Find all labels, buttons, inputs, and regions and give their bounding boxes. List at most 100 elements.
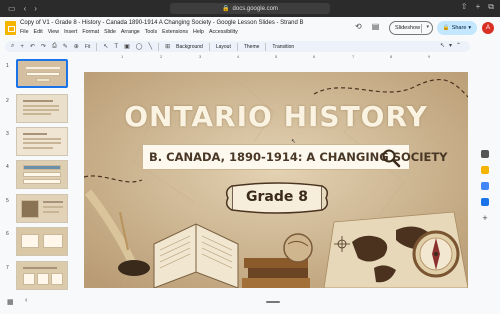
background-button[interactable]: Background: [176, 44, 203, 50]
address-bar[interactable]: 🔒 docs.google.com: [170, 3, 330, 14]
subtitle-banner[interactable]: B. CANADA, 1890-1914: A CHANGING SOCIETY: [142, 144, 448, 170]
search-menus-icon[interactable]: ⌕: [11, 43, 14, 50]
filmstrip-item[interactable]: 2: [4, 94, 68, 124]
new-tab-icon[interactable]: +: [476, 2, 481, 12]
ruler-tick: 7: [352, 54, 355, 59]
share-dropdown-icon[interactable]: ▾: [468, 25, 471, 31]
mode-dropdown-icon[interactable]: ▾: [449, 42, 452, 49]
tabs-overview-icon[interactable]: ⧉: [488, 2, 494, 12]
history-icon[interactable]: ⟲: [355, 22, 362, 31]
redo-icon[interactable]: ↷: [41, 43, 46, 50]
slide-thumbnail[interactable]: [16, 227, 68, 256]
shape-icon[interactable]: ◯: [136, 43, 143, 50]
slide-thumbnail[interactable]: [16, 94, 68, 123]
filmstrip-item[interactable]: 7: [4, 261, 68, 291]
zoom-select[interactable]: Fit: [85, 44, 91, 50]
ruler-tick: 9: [428, 54, 431, 59]
slideshow-button[interactable]: Slideshow ▾: [389, 21, 433, 35]
slide-number: 5: [6, 198, 9, 204]
share-lock-icon: 🔒: [442, 25, 450, 31]
url-text: docs.google.com: [232, 5, 278, 12]
add-addon-icon[interactable]: +: [482, 214, 487, 223]
slide-thumbnail[interactable]: [16, 59, 68, 88]
menu-view[interactable]: View: [48, 29, 59, 35]
filmstrip-item[interactable]: 3: [4, 127, 68, 157]
contacts-icon[interactable]: [481, 198, 489, 206]
slide-thumbnail[interactable]: [16, 127, 68, 156]
tasks-icon[interactable]: [481, 182, 489, 190]
keep-icon[interactable]: [481, 166, 489, 174]
slide-subtitle: B. CANADA, 1890-1914: A CHANGING SOCIETY: [149, 150, 448, 164]
toolbar-divider: [158, 42, 160, 51]
browser-toolbar: ▭ ‹ › 🔒 docs.google.com ⇧ + ⧉: [0, 0, 500, 17]
transition-button[interactable]: Transition: [272, 44, 294, 50]
menu-edit[interactable]: Edit: [34, 29, 43, 35]
forward-icon[interactable]: ›: [34, 4, 37, 13]
image-icon[interactable]: ▣: [124, 43, 130, 50]
magnifier-icon: [382, 149, 401, 168]
ruler-tick: 4: [237, 54, 240, 59]
collapse-toolbar-icon[interactable]: ⌃: [456, 42, 461, 49]
layout-button[interactable]: Layout: [216, 44, 231, 50]
print-icon[interactable]: ⎙: [52, 43, 57, 50]
slide-number: 2: [6, 98, 9, 104]
toolbar: ⌕ + ↶ ↷ ⎙ ✎ ⊕ Fit ↖ T ▣ ◯ ╲ ⊞ Background…: [5, 41, 470, 52]
grade-label: Grade 8: [246, 189, 308, 205]
menu-extensions[interactable]: Extensions: [162, 29, 188, 35]
select-tool-icon[interactable]: ↖: [103, 43, 108, 50]
ruler-tick: 8: [390, 54, 393, 59]
paint-format-icon[interactable]: ✎: [63, 43, 68, 50]
filmstrip-item[interactable]: 4: [4, 160, 68, 190]
slides-logo-icon[interactable]: [5, 21, 16, 35]
menu-file[interactable]: File: [20, 29, 29, 35]
slide-number: 6: [6, 231, 9, 237]
bottom-bar: ▦ ‹: [0, 294, 500, 314]
menu-bar: File Edit View Insert Format Slide Arran…: [20, 29, 238, 35]
slide-thumbnail[interactable]: [16, 194, 68, 223]
zoom-icon[interactable]: ⊕: [74, 43, 79, 50]
calendar-icon[interactable]: [481, 150, 489, 158]
filmstrip-item[interactable]: 6: [4, 227, 68, 257]
filmstrip-item[interactable]: 1: [4, 59, 68, 89]
share-label: Share: [451, 25, 467, 31]
undo-icon[interactable]: ↶: [30, 43, 35, 50]
new-slide-icon[interactable]: +: [20, 44, 24, 50]
line-icon[interactable]: ╲: [148, 43, 152, 50]
grade-scroll-banner[interactable]: Grade 8: [222, 180, 332, 216]
slideshow-dropdown-icon[interactable]: ▾: [426, 24, 429, 30]
ruler-tick: 1: [121, 54, 124, 59]
comments-icon[interactable]: ▤: [372, 22, 380, 31]
pointer-mode-icon[interactable]: ↖: [440, 42, 445, 49]
menu-tools[interactable]: Tools: [145, 29, 157, 35]
text-box-icon[interactable]: T: [114, 44, 118, 50]
slide-thumbnail[interactable]: [16, 160, 68, 189]
speaker-notes-handle[interactable]: [266, 301, 280, 303]
comment-add-icon[interactable]: ⊞: [165, 43, 170, 50]
filmstrip-item[interactable]: 5: [4, 194, 68, 224]
slide-title[interactable]: ONTARIO HISTORY: [84, 100, 468, 133]
menu-format[interactable]: Format: [82, 29, 99, 35]
theme-button[interactable]: Theme: [244, 44, 260, 50]
collapse-filmstrip-icon[interactable]: ‹: [25, 297, 27, 304]
share-button[interactable]: 🔒 Share ▾: [437, 21, 477, 35]
app-header: Copy of V1 - Grade 8 - History - Canada …: [0, 17, 500, 40]
toolbar-divider: [208, 42, 210, 51]
document-title[interactable]: Copy of V1 - Grade 8 - History - Canada …: [20, 20, 304, 26]
menu-slide[interactable]: Slide: [104, 29, 116, 35]
menu-insert[interactable]: Insert: [64, 29, 77, 35]
slide-canvas[interactable]: ONTARIO HISTORY B. CANADA, 1890-1914: A …: [84, 72, 468, 288]
grid-view-icon[interactable]: ▦: [7, 298, 14, 306]
lock-icon: 🔒: [222, 6, 230, 12]
horizontal-ruler: 1 2 3 4 5 6 7 8 9: [84, 54, 468, 61]
menu-accessibility[interactable]: Accessibility: [209, 29, 238, 35]
menu-arrange[interactable]: Arrange: [121, 29, 140, 35]
slide-number: 1: [6, 63, 9, 69]
back-icon[interactable]: ‹: [24, 4, 27, 13]
avatar[interactable]: A: [482, 22, 494, 34]
share-page-icon[interactable]: ⇧: [461, 2, 468, 12]
sidebar-toggle-icon[interactable]: ▭: [8, 4, 16, 13]
menu-help[interactable]: Help: [193, 29, 204, 35]
slide-number: 7: [6, 265, 9, 271]
ruler-tick: 3: [199, 54, 202, 59]
slide-thumbnail[interactable]: [16, 261, 68, 290]
